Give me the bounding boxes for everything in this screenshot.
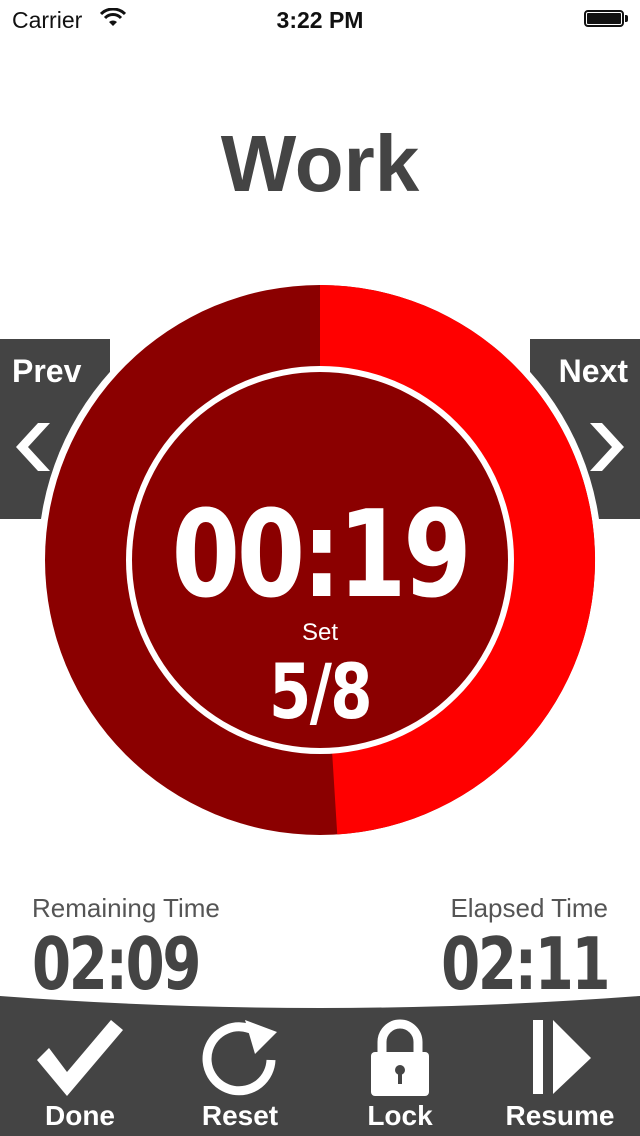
done-button[interactable]: Done [5,1018,155,1132]
elapsed-time-value: 02:11 [440,922,610,1006]
resume-label: Resume [505,1100,615,1131]
phase-title: Work [220,119,420,208]
reset-label: Reset [201,1100,279,1131]
countdown-display: 00:19 [172,484,469,624]
set-label: Set [302,619,338,646]
remaining-time: Remaining Time 02:09 [32,893,246,1000]
reset-button[interactable]: Reset [165,1018,315,1132]
remaining-time-value: 02:09 [32,922,201,1006]
done-label: Done [45,1100,115,1131]
bottom-toolbar: Done Reset Lock Resume [0,996,640,1136]
reset-icon [202,1020,277,1096]
prev-label: Prev [12,353,82,389]
chevron-right-icon [590,423,624,471]
checkmark-icon [37,1020,123,1096]
lock-icon [371,1019,429,1096]
battery-icon [584,10,628,29]
resume-icon [533,1020,591,1094]
elapsed-time-label: Elapsed Time [450,893,608,923]
status-time: 3:22 PM [276,7,364,33]
status-bar: Carrier 3:22 PM [0,0,640,40]
lock-button[interactable]: Lock [325,1018,475,1132]
next-label: Next [558,353,628,389]
elapsed-time: Elapsed Time 02:11 [394,893,610,1006]
resume-button[interactable]: Resume [485,1018,635,1132]
lock-label: Lock [367,1100,433,1131]
remaining-time-label: Remaining Time [32,893,220,923]
chevron-left-icon [16,423,50,471]
set-value: 5/8 [269,648,371,736]
